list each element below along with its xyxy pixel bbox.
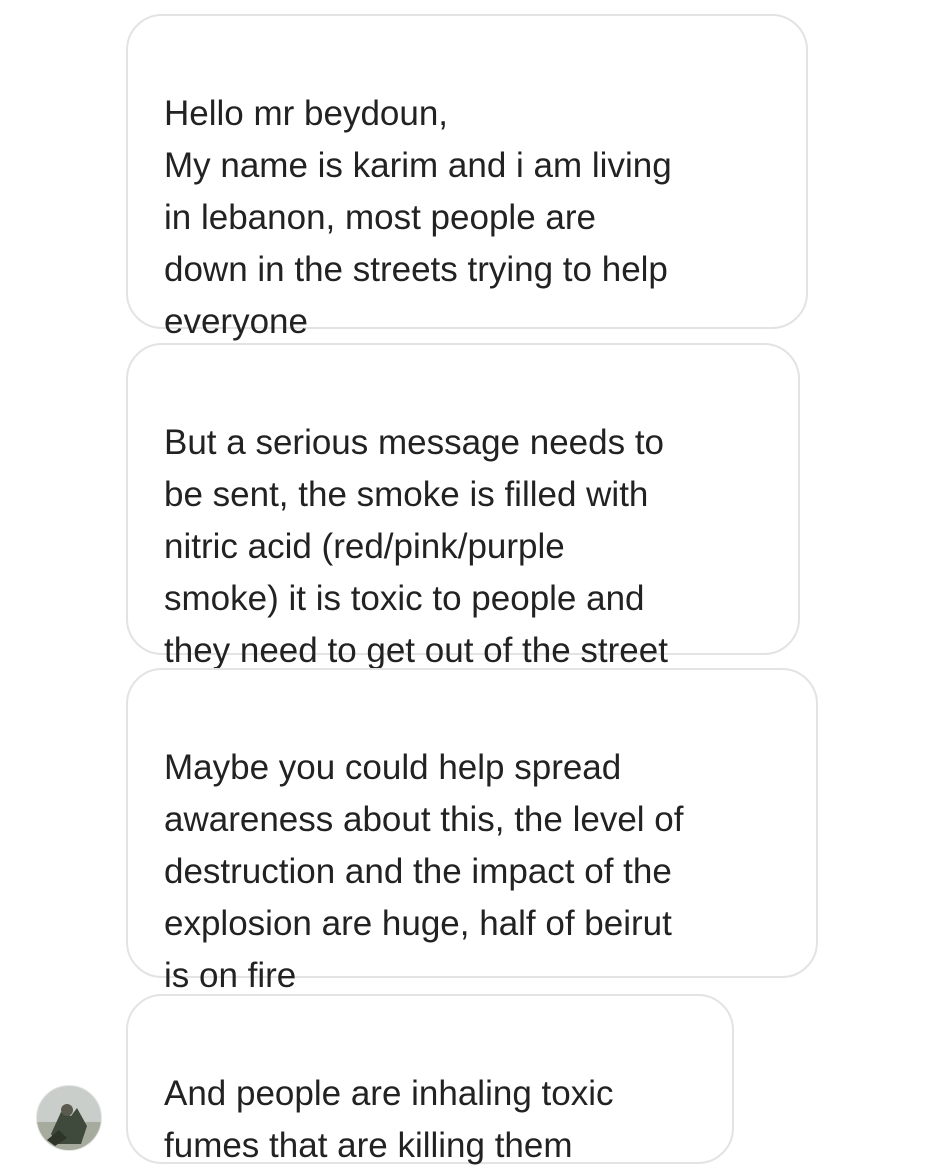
message-bubble[interactable]: Maybe you could help spread awareness ab…: [126, 668, 818, 995]
message-bubble[interactable]: But a serious message needs to be sent, …: [126, 343, 800, 670]
message-text: Hello mr beydoun, My name is karim and i…: [164, 94, 672, 341]
message-text: And people are inhaling toxic fumes that…: [164, 1074, 614, 1165]
message-text: Maybe you could help spread awareness ab…: [164, 748, 684, 995]
message-thread: Hello mr beydoun, My name is karim and i…: [0, 0, 933, 1165]
message-bubble[interactable]: Hello mr beydoun, My name is karim and i…: [126, 14, 808, 341]
avatar-image: [37, 1086, 101, 1150]
sender-avatar[interactable]: [36, 1085, 102, 1151]
message-text: But a serious message needs to be sent, …: [164, 423, 668, 670]
message-bubble[interactable]: And people are inhaling toxic fumes that…: [126, 994, 734, 1165]
